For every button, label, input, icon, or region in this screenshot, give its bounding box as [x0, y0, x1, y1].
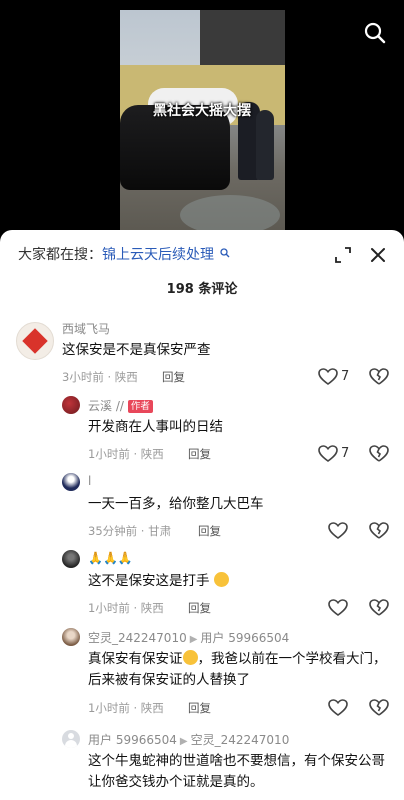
like-icon[interactable] — [328, 699, 348, 717]
dislike-icon[interactable] — [369, 368, 389, 386]
like-count: 7 — [341, 369, 350, 384]
reply-button[interactable]: 回复 — [162, 369, 185, 385]
comment-meta: 1小时前 · 陕西 — [88, 701, 164, 715]
reply-button[interactable]: 回复 — [188, 700, 211, 716]
dislike-icon[interactable] — [369, 522, 389, 540]
reply-to-username[interactable]: 空灵_242247010 — [191, 733, 290, 747]
reply-button[interactable]: 回复 — [188, 600, 211, 616]
default-avatar-icon — [68, 733, 74, 739]
search-suggestion-label: 大家都在搜： — [18, 247, 102, 263]
comment-meta: 1小时前 · 陕西 — [88, 447, 164, 461]
comment-username[interactable]: 西域飞马 — [62, 320, 110, 337]
video-frame — [120, 10, 285, 240]
like-icon[interactable] — [328, 599, 348, 617]
reply-arrow-icon: ▶ — [179, 736, 188, 747]
comment-username[interactable]: 空灵_242247010 ▶ 用户 59966504 — [88, 629, 289, 646]
reply-button[interactable]: 回复 — [188, 446, 211, 462]
username-text: 用户 59966504 — [88, 733, 177, 747]
like-count: 7 — [341, 446, 350, 461]
like-icon[interactable] — [318, 445, 338, 463]
comment-username[interactable]: 云溪 //作者 — [88, 397, 153, 414]
comment-text: 这个牛鬼蛇神的世道啥也不要想信，有个保安公哥让你爸交钱办个证就是真的。 — [88, 753, 385, 790]
person — [256, 110, 274, 180]
avatar[interactable] — [62, 473, 80, 491]
comment-username[interactable]: l — [88, 474, 91, 488]
search-icon[interactable] — [364, 22, 386, 44]
close-icon[interactable] — [368, 245, 388, 265]
comment-sheet: 大家都在搜：锦上云天后续处理 198 条评论 西域飞马 这保安是不是真保安严查 … — [0, 230, 404, 800]
video-overlay-text: 黑社会大摇大摆 — [153, 103, 251, 119]
search-suggestion-query[interactable]: 锦上云天后续处理 — [102, 247, 214, 263]
crying-laugh-emoji-icon — [213, 572, 229, 587]
avatar[interactable] — [62, 730, 80, 748]
dislike-icon[interactable] — [369, 699, 389, 717]
reply-button[interactable]: 回复 — [198, 523, 221, 539]
search-small-icon — [220, 248, 230, 258]
comment-text: 这保安是不是真保安严查 — [62, 342, 211, 358]
reply-arrow-icon: ▶ — [189, 634, 198, 645]
like-icon[interactable] — [328, 522, 348, 540]
dislike-icon[interactable] — [369, 445, 389, 463]
comment-meta: 1小时前 · 陕西 — [88, 601, 164, 615]
puddle — [180, 195, 280, 235]
video-player[interactable]: 黑社会大摇大摆 — [0, 0, 404, 240]
comment-count: 198 条评论 — [166, 282, 238, 297]
comment-text: 这不是保安这是打手 — [88, 571, 229, 592]
crying-laugh-emoji-icon — [182, 650, 198, 665]
avatar[interactable] — [62, 628, 80, 646]
comment-text: 一天一百多，给你整几大巴车 — [88, 496, 264, 512]
username-text: 空灵_242247010 — [88, 631, 187, 645]
comment-username[interactable]: 🙏🙏🙏 — [88, 551, 133, 565]
comment-text-content: 这不是保安这是打手 — [88, 573, 210, 589]
default-avatar-body — [65, 740, 77, 748]
comment-meta: 35分钟前 · 甘肃 — [88, 524, 172, 538]
fu-sign-icon — [22, 328, 48, 354]
reply-to-username[interactable]: 用户 59966504 — [200, 631, 289, 645]
like-icon[interactable] — [318, 368, 338, 386]
username-text: 云溪 // — [88, 399, 124, 413]
author-badge: 作者 — [127, 400, 153, 413]
avatar[interactable] — [16, 322, 54, 360]
avatar[interactable] — [62, 396, 80, 414]
dislike-icon[interactable] — [369, 599, 389, 617]
comment-text: 真保安有保安证 ，我爸以前在一个学校看大门，后来被有保安证的人替换了 — [88, 649, 388, 691]
comment-meta: 3小时前 · 陕西 — [62, 370, 138, 384]
avatar[interactable] — [62, 550, 80, 568]
comment-username[interactable]: 用户 59966504 ▶ 空灵_242247010 — [88, 731, 289, 748]
comment-text-part: 真保安有保安证 — [88, 651, 183, 667]
expand-icon[interactable] — [334, 246, 352, 264]
comment-text: 开发商在人事叫的日结 — [88, 419, 223, 435]
